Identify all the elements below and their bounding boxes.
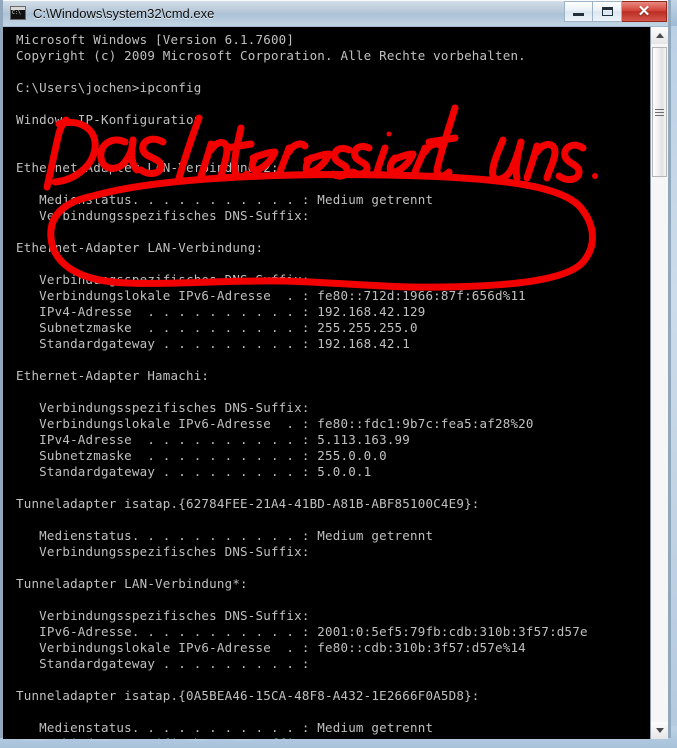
- console-line: Verbindungsspezifisches DNS-Suffix:: [16, 736, 650, 739]
- console-line: Verbindungsspezifisches DNS-Suffix:: [16, 208, 310, 223]
- cmd-window: C:\Windows\system32\cmd.exe ✕ Microsoft …: [0, 0, 671, 739]
- console-line: Windows-IP-Konfiguration: [16, 112, 202, 127]
- console-line: Subnetzmaske . . . . . . . . . . : 255.2…: [16, 320, 418, 335]
- console-line: Ethernet-Adapter LAN-Verbindung:: [16, 240, 264, 255]
- console-line: Microsoft Windows [Version 6.1.7600]: [16, 32, 295, 47]
- scrollbar-track[interactable]: [651, 44, 668, 722]
- console-line: Verbindungslokale IPv6-Adresse . : fe80:…: [16, 416, 534, 431]
- vertical-scrollbar[interactable]: [650, 27, 668, 739]
- console-line: Verbindungslokale IPv6-Adresse . : fe80:…: [16, 288, 526, 303]
- close-icon: ✕: [637, 3, 651, 20]
- grip-icon: [655, 107, 664, 118]
- console-line: Tunneladapter isatap.{62784FEE-21A4-41BD…: [16, 496, 480, 511]
- console-line: Copyright (c) 2009 Microsoft Corporation…: [16, 48, 526, 63]
- console-line: Verbindungsspezifisches DNS-Suffix:: [16, 272, 310, 287]
- console-line: Medienstatus. . . . . . . . . . . : Medi…: [16, 528, 434, 543]
- console-line: IPv4-Adresse . . . . . . . . . . : 5.113…: [16, 432, 411, 447]
- window-title: C:\Windows\system32\cmd.exe: [33, 5, 215, 21]
- console-line: IPv4-Adresse . . . . . . . . . . : 192.1…: [16, 304, 426, 319]
- scroll-up-arrow-button[interactable]: [651, 27, 668, 44]
- console-area: Microsoft Windows [Version 6.1.7600] Copy…: [3, 27, 668, 739]
- console-line: C:\Users\jochen>ipconfig: [16, 80, 202, 95]
- console-line: Tunneladapter isatap.{0A5BEA46-15CA-48F8…: [16, 688, 480, 703]
- console-line: Verbindungsspezifisches DNS-Suffix:: [16, 544, 310, 559]
- console-line: IPv6-Adresse. . . . . . . . . . . : 2001…: [16, 624, 588, 639]
- console-line: Standardgateway . . . . . . . . . : 5.0.…: [16, 464, 372, 479]
- minimize-button[interactable]: [564, 1, 593, 22]
- chevron-up-icon: [655, 33, 664, 38]
- console-line: Subnetzmaske . . . . . . . . . . : 255.0…: [16, 448, 387, 463]
- scrollbar-thumb[interactable]: [652, 47, 667, 177]
- console-line: Medienstatus. . . . . . . . . . . : Medi…: [16, 720, 434, 735]
- window-titlebar[interactable]: C:\Windows\system32\cmd.exe ✕: [3, 0, 668, 27]
- console-line: Verbindungslokale IPv6-Adresse . : fe80:…: [16, 640, 526, 655]
- console-line: Tunneladapter LAN-Verbindung*:: [16, 576, 248, 591]
- console-line: Standardgateway . . . . . . . . . :: [16, 656, 310, 671]
- maximize-button[interactable]: [593, 1, 622, 22]
- console-output[interactable]: Microsoft Windows [Version 6.1.7600] Copy…: [3, 27, 650, 739]
- console-line: Ethernet-Adapter Hamachi:: [16, 368, 210, 383]
- close-button[interactable]: ✕: [622, 1, 667, 22]
- scroll-down-arrow-button[interactable]: [651, 722, 668, 739]
- console-line: Standardgateway . . . . . . . . . : 192.…: [16, 336, 411, 351]
- window-controls: ✕: [564, 1, 667, 22]
- console-line: Medienstatus. . . . . . . . . . . : Medi…: [16, 192, 434, 207]
- maximize-icon: [601, 7, 613, 16]
- minimize-icon: [573, 13, 584, 16]
- chevron-down-icon: [655, 728, 664, 733]
- console-line: Ethernet-Adapter LAN-Verbindung 2:: [16, 160, 279, 175]
- cmd-console-icon: [10, 6, 26, 20]
- console-line: Verbindungsspezifisches DNS-Suffix:: [16, 608, 310, 623]
- console-line: Verbindungsspezifisches DNS-Suffix:: [16, 400, 310, 415]
